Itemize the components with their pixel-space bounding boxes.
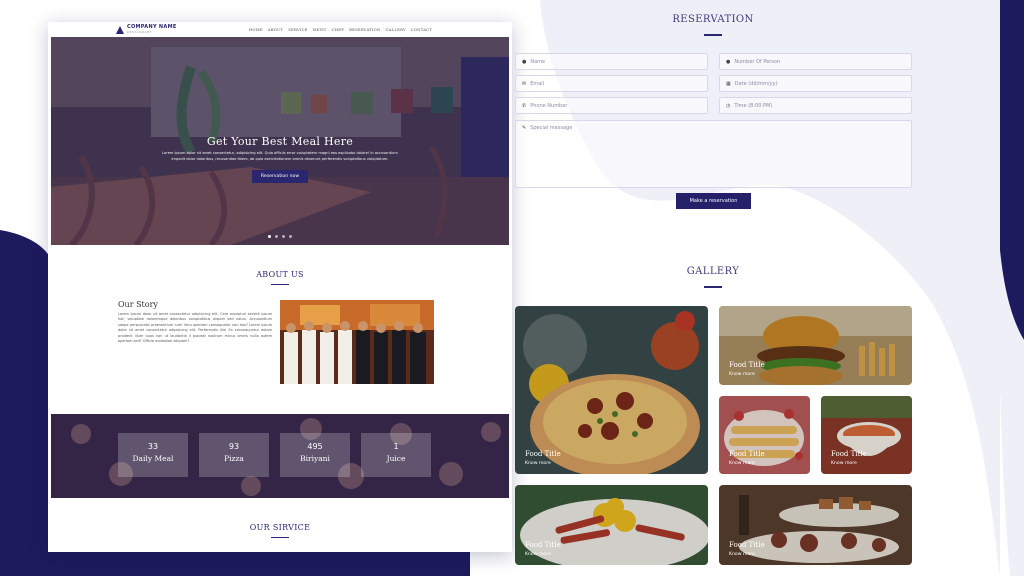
persons-placeholder: Number Of Person <box>734 58 781 65</box>
gallery-item[interactable]: Food Title Know more <box>821 396 912 474</box>
know-more-link[interactable]: Know more <box>729 552 765 557</box>
date-placeholder: Date (dd/mm/yy) <box>734 80 778 87</box>
stat-value: 93 <box>228 442 240 451</box>
reservation-now-button[interactable]: Reservation now <box>251 170 309 184</box>
gallery-item[interactable]: Food Title Know more <box>719 306 912 385</box>
calendar-icon: ▦ <box>726 80 731 87</box>
nav-item-service[interactable]: SERVICE <box>288 27 307 32</box>
hero-content: Get Your Best Meal Here Lorem ipsum dolo… <box>51 135 509 184</box>
time-field[interactable]: ◷ Time (8:00 PM) <box>719 97 912 114</box>
name-field[interactable]: ● Name <box>515 53 708 70</box>
hero-text: Lorem ipsum dolor sit amet consectetur, … <box>162 151 398 161</box>
nav-item-reservation[interactable]: RESERVATION <box>349 27 380 32</box>
brand-logo[interactable]: COMPANY NAME RESTAURANT <box>116 25 177 34</box>
service-title: OUR SIRVICE <box>249 523 311 532</box>
phone-field[interactable]: ✆ Phone Number <box>515 97 708 114</box>
know-more-link[interactable]: Know more <box>729 372 765 377</box>
chef-team-image <box>280 300 434 384</box>
special-message-field[interactable]: ✎ Special message <box>515 120 912 188</box>
nav-item-home[interactable]: HOME <box>249 27 263 32</box>
carousel-dot[interactable] <box>268 235 271 238</box>
email-field[interactable]: ✉ Email <box>515 75 708 92</box>
hero-title: Get Your Best Meal Here <box>206 135 354 148</box>
user-icon: ● <box>726 58 731 65</box>
stat-card: 495 Biriyani <box>280 433 350 477</box>
email-placeholder: Email <box>530 80 545 87</box>
make-reservation-button[interactable]: Make a reservation <box>676 193 751 209</box>
website-preview: COMPANY NAME RESTAURANT HOME ABOUT SERVI… <box>48 22 512 552</box>
story-text: Lorem ipsum dolor sit amet consectetur a… <box>118 312 272 344</box>
nav-menu: HOME ABOUT SERVICE MENU CHEF RESERVATION… <box>249 27 432 32</box>
stat-card: 93 Pizza <box>199 433 269 477</box>
about-title: ABOUT US <box>256 270 304 279</box>
brand-tagline: RESTAURANT <box>127 30 152 34</box>
time-placeholder: Time (8:00 PM) <box>734 102 773 109</box>
envelope-icon: ✉ <box>522 80 527 87</box>
gallery-item[interactable]: Food Title Know more <box>719 485 912 565</box>
pencil-icon: ✎ <box>522 125 527 131</box>
service-section: OUR SIRVICE <box>48 523 512 539</box>
gallery-item[interactable]: Food Title Know more <box>719 396 810 474</box>
gallery-item[interactable]: Food Title Know more <box>515 306 708 474</box>
tile-title: Food Title <box>729 361 765 369</box>
gallery-title: GALLERY <box>686 266 740 277</box>
stat-label: Pizza <box>224 454 244 463</box>
story-block: Our Story Lorem ipsum dolor sit amet con… <box>118 300 272 344</box>
nav-item-menu[interactable]: MENU <box>313 27 327 32</box>
stat-card: 1 Juice <box>361 433 431 477</box>
message-placeholder: Special message <box>530 125 573 131</box>
know-more-link[interactable]: Know more <box>729 461 765 466</box>
carousel-dot[interactable] <box>275 235 278 238</box>
carousel-dot[interactable] <box>289 235 292 238</box>
tile-caption: Food Title Know more <box>729 450 765 466</box>
gallery-item[interactable]: Food Title Know more <box>515 485 708 565</box>
nav-item-gallery[interactable]: GALLERY <box>386 27 406 32</box>
clock-icon: ◷ <box>726 102 731 109</box>
nav-item-chef[interactable]: CHEF <box>332 27 344 32</box>
tile-title: Food Title <box>525 541 561 549</box>
story-title: Our Story <box>118 300 158 309</box>
tile-title: Food Title <box>525 450 561 458</box>
date-field[interactable]: ▦ Date (dd/mm/yy) <box>719 75 912 92</box>
phone-icon: ✆ <box>522 102 527 109</box>
stat-label: Daily Meal <box>132 454 174 463</box>
tile-caption: Food Title Know more <box>729 541 765 557</box>
title-underline <box>271 537 289 539</box>
tile-title: Food Title <box>729 450 765 458</box>
know-more-link[interactable]: Know more <box>525 461 561 466</box>
navbar: COMPANY NAME RESTAURANT HOME ABOUT SERVI… <box>48 22 512 37</box>
pizza-image <box>515 306 708 474</box>
tile-caption: Food Title Know more <box>525 541 561 557</box>
phone-placeholder: Phone Number <box>530 102 568 109</box>
title-underline <box>704 286 722 288</box>
logo-icon <box>116 25 124 34</box>
stats-section: 33 Daily Meal 93 Pizza 495 Biriyani 1 Ju… <box>51 414 509 498</box>
name-placeholder: Name <box>530 58 546 65</box>
hero-banner: Get Your Best Meal Here Lorem ipsum dolo… <box>51 37 509 245</box>
tile-title: Food Title <box>729 541 765 549</box>
nav-item-contact[interactable]: CONTACT <box>411 27 432 32</box>
nav-item-about[interactable]: ABOUT <box>268 27 283 32</box>
know-more-link[interactable]: Know more <box>831 461 867 466</box>
reservation-title: RESERVATION <box>672 14 754 25</box>
stat-value: 495 <box>307 442 323 451</box>
stat-label: Juice <box>386 454 406 463</box>
stat-card: 33 Daily Meal <box>118 433 188 477</box>
tile-caption: Food Title Know more <box>525 450 561 466</box>
tile-title: Food Title <box>831 450 867 458</box>
stat-value: 33 <box>147 442 159 451</box>
user-icon: ● <box>522 58 527 65</box>
stat-value: 1 <box>393 442 399 451</box>
carousel-indicators <box>51 235 509 238</box>
stat-label: Biriyani <box>300 454 330 463</box>
tile-caption: Food Title Know more <box>729 361 765 377</box>
about-section: ABOUT US Our Story Lorem ipsum dolor sit… <box>48 270 512 384</box>
know-more-link[interactable]: Know more <box>525 552 561 557</box>
chef-team-photo <box>280 300 434 384</box>
tile-caption: Food Title Know more <box>831 450 867 466</box>
carousel-dot[interactable] <box>282 235 285 238</box>
title-underline <box>271 284 289 286</box>
title-underline <box>704 34 722 36</box>
persons-field[interactable]: ● Number Of Person <box>719 53 912 70</box>
